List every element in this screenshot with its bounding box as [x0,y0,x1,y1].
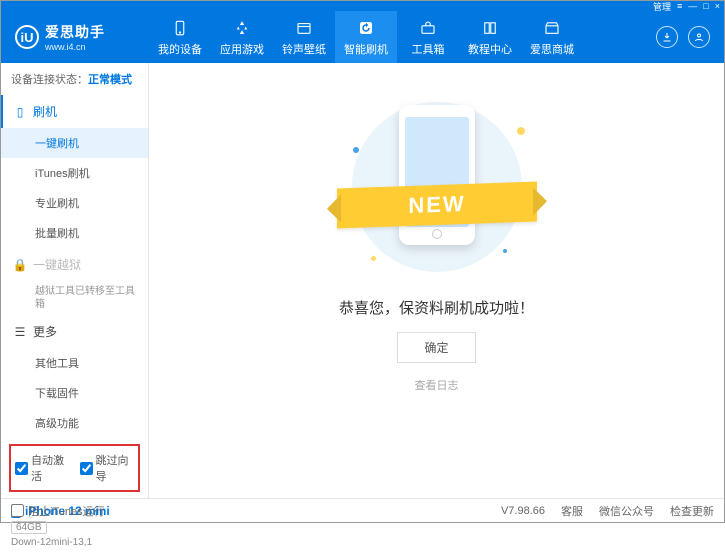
sidebar-item-advanced[interactable]: 高级功能 [1,408,148,438]
user-icon[interactable] [688,26,710,48]
logo-icon: iU [15,25,39,49]
checkbox-auto-activate[interactable]: 自动激活 [15,452,70,484]
view-log-link[interactable]: 查看日志 [415,377,459,393]
version-label: V7.98.66 [501,505,545,517]
check-update-link[interactable]: 检查更新 [670,503,714,519]
list-icon: ☰ [13,325,27,339]
section-more: ☰ 更多 其他工具 下载固件 高级功能 [1,315,148,438]
sidebar-item-pro-flash[interactable]: 专业刷机 [1,188,148,218]
refresh-icon [356,18,376,38]
nav-tutorial[interactable]: 教程中心 [459,11,521,63]
checkbox-block-itunes-input[interactable] [11,504,24,517]
connection-status: 设备连接状态：正常模式 [1,63,148,95]
nav-store[interactable]: 爱思商城 [521,11,583,63]
download-icon[interactable] [656,26,678,48]
nav-flash[interactable]: 智能刷机 [335,11,397,63]
lock-icon: 🔒 [13,258,27,272]
nav-label: 爱思商城 [530,41,574,57]
header-right [642,26,724,48]
nav-toolbox[interactable]: 工具箱 [397,11,459,63]
sidebar-item-itunes-flash[interactable]: iTunes刷机 [1,158,148,188]
sidebar-item-oneclick-flash[interactable]: 一键刷机 [1,128,148,158]
maximize-icon[interactable]: □ [703,1,708,11]
header: iU 爱思助手 www.i4.cn 我的设备 应用游戏 铃声壁纸 智能刷机 [1,11,724,63]
nav-apps[interactable]: 应用游戏 [211,11,273,63]
success-message: 恭喜您，保资料刷机成功啦！ [339,297,534,318]
close-icon[interactable]: × [715,1,720,11]
section-more-header[interactable]: ☰ 更多 [1,315,148,348]
section-jailbreak-header[interactable]: 🔒 一键越狱 [1,248,148,281]
device-firmware: Down-12mini-13,1 [11,537,138,548]
success-illustration: NEW [347,97,527,277]
new-banner: NEW [337,182,537,229]
store-icon [542,18,562,38]
status-value: 正常模式 [88,74,132,86]
sidebar-item-download-fw[interactable]: 下载固件 [1,378,148,408]
nav-label: 工具箱 [412,41,445,57]
status-label: 设备连接状态： [11,74,88,86]
section-flash-title: 刷机 [33,103,57,120]
brand-site: www.i4.cn [45,42,105,52]
section-more-title: 更多 [33,323,57,340]
toolbox-icon [418,18,438,38]
manage-link[interactable]: 管理 [653,0,671,13]
logo[interactable]: iU 爱思助手 www.i4.cn [1,22,149,52]
wechat-link[interactable]: 微信公众号 [599,503,654,519]
highlighted-checkbox-block: 自动激活 跳过向导 [9,444,140,492]
sidebar-item-other-tools[interactable]: 其他工具 [1,348,148,378]
nav-label: 铃声壁纸 [282,41,326,57]
book-icon [480,18,500,38]
app-window: 管理 ≡ — □ × iU 爱思助手 www.i4.cn 我的设备 应用游戏 [0,0,725,523]
jailbreak-note: 越狱工具已转移至工具箱 [1,281,148,315]
top-nav: 我的设备 应用游戏 铃声壁纸 智能刷机 工具箱 教程中心 [149,11,642,63]
nav-label: 智能刷机 [344,41,388,57]
nav-my-device[interactable]: 我的设备 [149,11,211,63]
phone-small-icon: ▯ [13,105,27,119]
footer: 阻止iTunes运行 V7.98.66 客服 微信公众号 检查更新 [1,498,724,522]
customer-service-link[interactable]: 客服 [561,503,583,519]
section-jailbreak-title: 一键越狱 [33,256,81,273]
section-jailbreak: 🔒 一键越狱 越狱工具已转移至工具箱 [1,248,148,315]
brand-name: 爱思助手 [45,22,105,42]
section-flash: ▯ 刷机 一键刷机 iTunes刷机 专业刷机 批量刷机 [1,95,148,248]
menu-icon[interactable]: ≡ [677,1,682,11]
apps-icon [232,18,252,38]
window-controls: 管理 ≡ — □ × [653,1,720,11]
main-panel: NEW 恭喜您，保资料刷机成功啦！ 确定 查看日志 [149,63,724,498]
nav-label: 教程中心 [468,41,512,57]
sidebar: 设备连接状态：正常模式 ▯ 刷机 一键刷机 iTunes刷机 专业刷机 批量刷机… [1,63,149,498]
ok-button[interactable]: 确定 [397,332,475,363]
sidebar-item-batch-flash[interactable]: 批量刷机 [1,218,148,248]
checkbox-block-itunes[interactable]: 阻止iTunes运行 [11,503,105,519]
titlebar: 管理 ≡ — □ × [1,1,724,11]
checkbox-skip-guide[interactable]: 跳过向导 [80,452,135,484]
folder-icon [294,18,314,38]
checkbox-auto-activate-input[interactable] [15,462,28,475]
body: 设备连接状态：正常模式 ▯ 刷机 一键刷机 iTunes刷机 专业刷机 批量刷机… [1,63,724,498]
section-flash-header[interactable]: ▯ 刷机 [1,95,148,128]
minimize-icon[interactable]: — [688,1,697,11]
nav-label: 我的设备 [158,41,202,57]
nav-ringtone[interactable]: 铃声壁纸 [273,11,335,63]
phone-icon [170,18,190,38]
checkbox-skip-guide-input[interactable] [80,462,93,475]
nav-label: 应用游戏 [220,41,264,57]
